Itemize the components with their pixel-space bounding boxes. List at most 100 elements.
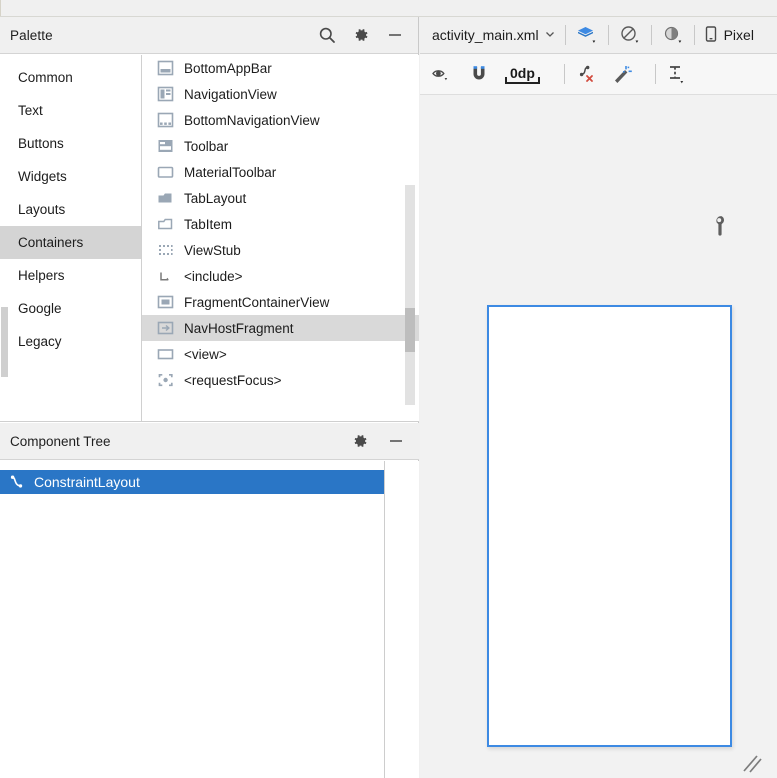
- palette-item-include[interactable]: <include>: [142, 263, 419, 289]
- constraint-layout-icon: [8, 473, 26, 491]
- tab-item-icon: [156, 215, 175, 233]
- wrench-icon[interactable]: [710, 214, 728, 239]
- palette-item-viewstub[interactable]: ViewStub: [142, 237, 419, 263]
- palette-item-label: NavigationView: [184, 86, 277, 102]
- palette-body: Common Text Buttons Widgets Layouts Cont…: [0, 55, 419, 422]
- nav-host-fragment-icon: [156, 319, 175, 337]
- palette-item-label: NavHostFragment: [184, 320, 294, 336]
- tools-divider: [563, 64, 565, 84]
- component-tree-title: Component Tree: [10, 433, 111, 449]
- palette-category-layouts[interactable]: Layouts: [0, 193, 141, 226]
- palette-item-view[interactable]: <view>: [142, 341, 419, 367]
- search-icon[interactable]: [318, 26, 336, 44]
- palette-item-label: BottomAppBar: [184, 60, 272, 76]
- palette-scrollbar-track: [405, 185, 415, 405]
- palette-item-label: FragmentContainerView: [184, 294, 330, 310]
- component-tree-column-divider: [384, 461, 385, 778]
- orientation-button[interactable]: [618, 24, 642, 46]
- palette-item-label: MaterialToolbar: [184, 164, 277, 180]
- editor-toolbar: activity_main.xml Pixel: [420, 17, 777, 54]
- autoconnect-magnet-button[interactable]: [468, 63, 490, 85]
- device-selector[interactable]: Pixel: [704, 25, 754, 46]
- phone-icon: [704, 25, 718, 46]
- palette-category-legacy[interactable]: Legacy: [0, 325, 141, 358]
- left-tool-panel: Palette Common Text Buttons Widgets Layo…: [0, 17, 419, 778]
- bottom-navigation-view-icon: [156, 111, 175, 129]
- minimize-icon[interactable]: [387, 432, 405, 450]
- palette-header: Palette: [0, 17, 418, 54]
- file-name-label: activity_main.xml: [432, 27, 539, 43]
- palette-item-fragmentcontainerview[interactable]: FragmentContainerView: [142, 289, 419, 315]
- left-edge-scrollbar-thumb[interactable]: [1, 307, 8, 377]
- window-top-strip: [0, 0, 777, 17]
- clear-constraints-button[interactable]: [574, 63, 598, 85]
- toolbar-divider: [564, 25, 566, 45]
- component-tree-body[interactable]: ConstraintLayout: [0, 461, 419, 778]
- palette-item-tabitem[interactable]: TabItem: [142, 211, 419, 237]
- palette-scrollbar[interactable]: [405, 55, 415, 421]
- palette-item-label: <include>: [184, 268, 243, 284]
- bottom-app-bar-icon: [156, 59, 175, 77]
- palette-category-helpers[interactable]: Helpers: [0, 259, 141, 292]
- toolbar-divider: [693, 25, 695, 45]
- tools-divider: [654, 64, 656, 84]
- palette-item-list[interactable]: BottomAppBar NavigationView BottomNaviga…: [142, 55, 419, 421]
- component-tree-header-actions: [351, 432, 405, 450]
- guidelines-button[interactable]: [665, 62, 689, 86]
- toolbar-icon: [156, 137, 175, 155]
- palette-item-navhostfragment[interactable]: NavHostFragment: [142, 315, 419, 341]
- palette-item-label: ViewStub: [184, 242, 241, 258]
- palette-category-buttons[interactable]: Buttons: [0, 127, 141, 160]
- chevron-down-icon[interactable]: [544, 28, 556, 43]
- design-surface-button[interactable]: [575, 24, 599, 46]
- toolbar-divider: [607, 25, 609, 45]
- top-strip-divider: [0, 0, 1, 17]
- palette-item-toolbar[interactable]: Toolbar: [142, 133, 419, 159]
- palette-item-label: TabLayout: [184, 190, 247, 206]
- palette-item-navigationview[interactable]: NavigationView: [142, 81, 419, 107]
- palette-scrollbar-thumb[interactable]: [405, 308, 415, 352]
- request-focus-icon: [156, 371, 175, 389]
- design-editor-area: activity_main.xml Pixel 0dp: [420, 17, 777, 778]
- theme-button[interactable]: [661, 24, 685, 46]
- device-preview-frame[interactable]: [487, 305, 732, 747]
- default-margin-label: 0dp: [505, 65, 540, 84]
- view-stub-icon: [156, 241, 175, 259]
- palette-item-materialtoolbar[interactable]: MaterialToolbar: [142, 159, 419, 185]
- palette-item-requestfocus[interactable]: <requestFocus>: [142, 367, 419, 393]
- default-margin-button[interactable]: 0dp: [502, 65, 543, 84]
- infer-constraints-button[interactable]: [610, 63, 634, 85]
- navigation-view-icon: [156, 85, 175, 103]
- palette-item-bottomappbar[interactable]: BottomAppBar: [142, 55, 419, 81]
- palette-title: Palette: [10, 27, 53, 43]
- minimize-icon[interactable]: [386, 26, 404, 44]
- file-selector[interactable]: activity_main.xml: [432, 27, 556, 43]
- resize-handle-icon[interactable]: [740, 751, 766, 778]
- palette-category-list[interactable]: Common Text Buttons Widgets Layouts Cont…: [0, 55, 142, 421]
- palette-item-label: <requestFocus>: [184, 372, 282, 388]
- design-tools-row: 0dp: [420, 54, 777, 95]
- palette-category-common[interactable]: Common: [0, 61, 141, 94]
- gear-icon[interactable]: [351, 432, 369, 450]
- palette-category-containers[interactable]: Containers: [0, 226, 141, 259]
- tab-layout-icon: [156, 189, 175, 207]
- palette-item-tablayout[interactable]: TabLayout: [142, 185, 419, 211]
- palette-header-actions: [318, 26, 404, 44]
- palette-category-google[interactable]: Google: [0, 292, 141, 325]
- fragment-container-view-icon: [156, 293, 175, 311]
- gear-icon[interactable]: [352, 26, 370, 44]
- component-tree-node-constraintlayout[interactable]: ConstraintLayout: [0, 470, 384, 494]
- android-studio-layout-editor: Palette Common Text Buttons Widgets Layo…: [0, 0, 777, 778]
- palette-item-bottomnavigationview[interactable]: BottomNavigationView: [142, 107, 419, 133]
- palette-category-widgets[interactable]: Widgets: [0, 160, 141, 193]
- design-canvas[interactable]: CSDN @Y.IU.: [420, 96, 777, 778]
- component-tree-header: Component Tree: [0, 423, 419, 460]
- view-icon: [156, 345, 175, 363]
- toolbar-divider: [650, 25, 652, 45]
- include-icon: [156, 267, 175, 285]
- palette-item-label: TabItem: [184, 216, 233, 232]
- palette-category-text[interactable]: Text: [0, 94, 141, 127]
- view-options-button[interactable]: [430, 63, 456, 85]
- component-tree-node-label: ConstraintLayout: [34, 474, 140, 490]
- palette-item-label: Toolbar: [184, 138, 229, 154]
